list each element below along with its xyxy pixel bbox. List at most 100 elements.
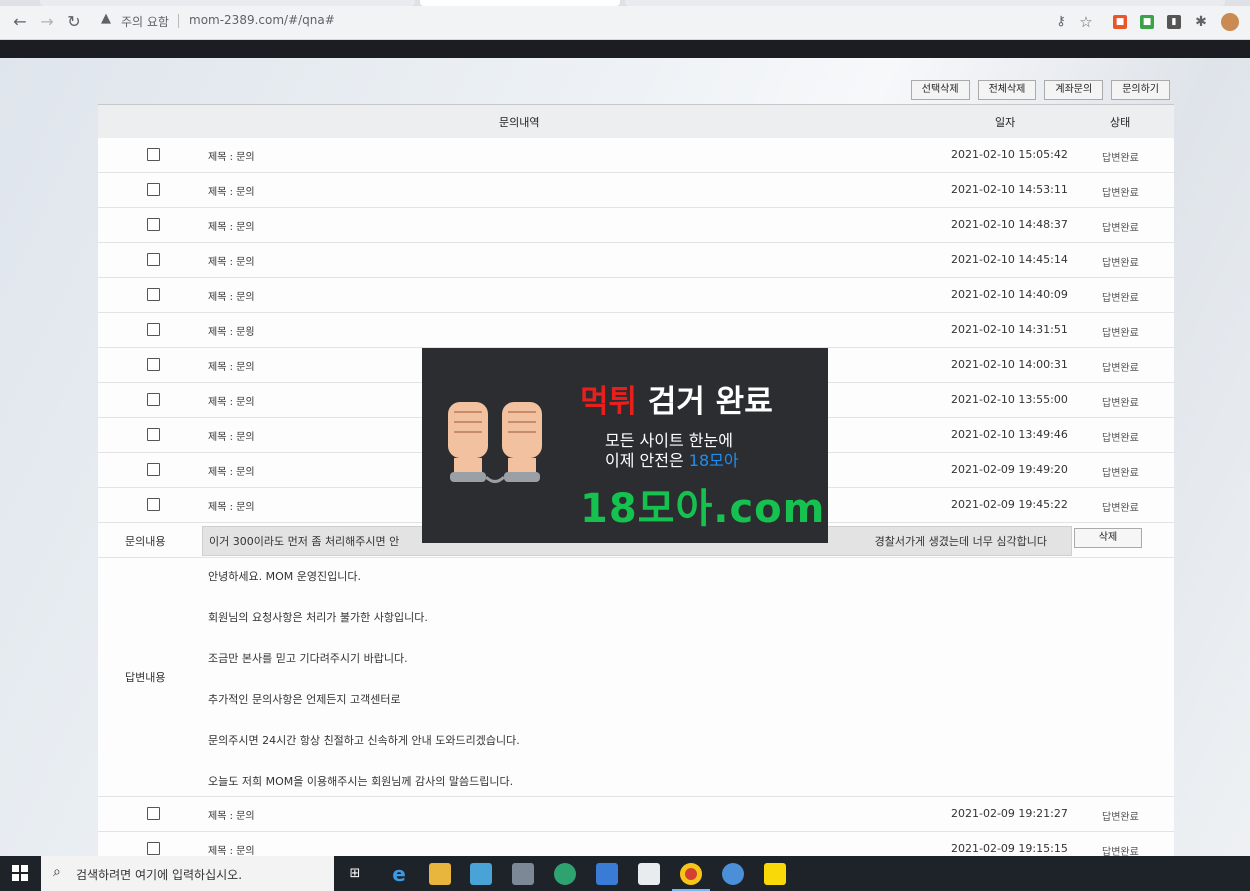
back-icon[interactable]: ←	[9, 10, 31, 34]
row-title[interactable]: 제목 : 문의	[208, 148, 255, 163]
inquiry-label: 문의내용	[125, 535, 166, 548]
header-date: 일자	[995, 116, 1016, 129]
row-date: 2021-02-10 13:49:46	[951, 428, 1068, 441]
table-row[interactable]: 제목 : 문의 2021-02-10 15:05:42 답변완료	[98, 138, 1174, 173]
extension-icon[interactable]: ■	[1113, 15, 1127, 29]
row-checkbox[interactable]	[147, 323, 160, 336]
row-title[interactable]: 제목 : 문의	[208, 288, 255, 303]
row-checkbox[interactable]	[147, 288, 160, 301]
kakaotalk-icon[interactable]	[764, 863, 786, 885]
row-title[interactable]: 제목 : 문의	[208, 842, 255, 857]
watermark-ad-banner: 먹튀 검거 완료 모든 사이트 한눈에 이제 안전은 18모아 18모아.com	[422, 348, 828, 543]
row-date: 2021-02-10 14:53:11	[951, 183, 1068, 196]
store-icon[interactable]	[638, 863, 660, 885]
app-icon[interactable]	[722, 863, 744, 885]
row-title[interactable]: 제목 : 문의	[208, 393, 255, 408]
answer-line: 문의주시면 24시간 항상 친절하고 신속하게 안내 도와드리겠습니다.	[208, 734, 520, 747]
inquiry-text-start: 이거 300이라도 먼저 좀 처리해주시면 안	[209, 535, 400, 548]
row-title[interactable]: 제목 : 문의	[208, 428, 255, 443]
delete-button[interactable]: 삭제	[1074, 528, 1142, 548]
address-bar[interactable]: ▲ 주의 요함 mom-2389.com/#/qna#	[93, 9, 1103, 35]
row-status: 답변완료	[1102, 503, 1139, 514]
row-title[interactable]: 제목 : 문의	[208, 253, 255, 268]
row-checkbox[interactable]	[147, 807, 160, 820]
table-row[interactable]: 제목 : 문의 2021-02-10 14:40:09 답변완료	[98, 278, 1174, 313]
row-date: 2021-02-10 14:40:09	[951, 288, 1068, 301]
row-date: 2021-02-10 14:48:37	[951, 218, 1068, 231]
ie-icon[interactable]: e	[388, 863, 410, 885]
select-delete-button[interactable]: 선택삭제	[910, 80, 970, 100]
forward-icon[interactable]: →	[36, 10, 58, 34]
table-row[interactable]: 제목 : 문의 2021-02-10 14:45:14 답변완료	[98, 243, 1174, 278]
row-status: 답변완료	[1102, 468, 1139, 479]
warning-icon[interactable]: ▲	[101, 11, 111, 26]
windows-start-icon[interactable]	[12, 865, 28, 881]
row-checkbox[interactable]	[147, 498, 160, 511]
row-checkbox[interactable]	[147, 428, 160, 441]
header-content: 문의내역	[499, 116, 540, 129]
extension-icon[interactable]: ■	[1140, 15, 1154, 29]
handcuffed-fists-icon	[448, 402, 542, 483]
row-status: 답변완료	[1102, 812, 1139, 823]
row-title[interactable]: 제목 : 문의	[208, 463, 255, 478]
row-checkbox[interactable]	[147, 393, 160, 406]
edge-icon[interactable]	[554, 863, 576, 885]
row-title[interactable]: 제목 : 문의	[208, 498, 255, 513]
row-title[interactable]: 제목 : 문의	[208, 807, 255, 822]
row-status: 답변완료	[1102, 258, 1139, 269]
chrome-icon[interactable]	[680, 863, 702, 885]
table-row[interactable]: 제목 : 문의 2021-02-10 14:53:11 답변완료	[98, 173, 1174, 208]
task-view-icon[interactable]: ⊞	[344, 863, 366, 885]
account-inquiry-button[interactable]: 계좌문의	[1044, 80, 1104, 100]
answer-line: 안녕하세요. MOM 운영진입니다.	[208, 570, 361, 583]
star-icon[interactable]: ☆	[1075, 10, 1097, 34]
answer-line: 조금만 본사를 믿고 기다려주시기 바랍니다.	[208, 652, 408, 665]
table-row[interactable]: 제목 : 문의 2021-02-09 19:21:27 답변완료	[98, 797, 1174, 832]
row-checkbox[interactable]	[147, 842, 160, 855]
new-inquiry-button[interactable]: 문의하기	[1111, 80, 1170, 100]
row-checkbox[interactable]	[147, 358, 160, 371]
row-title[interactable]: 제목 : 문의	[208, 183, 255, 198]
row-title[interactable]: 제목 : 문의	[208, 218, 255, 233]
row-checkbox[interactable]	[147, 463, 160, 476]
calculator-icon[interactable]	[512, 863, 534, 885]
answer-line: 오늘도 저희 MOM을 이용해주시는 회원님께 감사의 말씀드립니다.	[208, 775, 514, 788]
table-header: 문의내역 일자 상태	[98, 104, 1174, 139]
taskbar-search-box[interactable]: ⌕ 검색하려면 여기에 입력하십시오.	[41, 856, 334, 891]
table-row[interactable]: 제목 : 문의 2021-02-10 14:48:37 답변완료	[98, 208, 1174, 243]
row-checkbox[interactable]	[147, 218, 160, 231]
ad-headline-red: 먹튀	[580, 384, 638, 420]
answer-label: 답변내용	[125, 671, 166, 684]
row-date: 2021-02-10 13:55:00	[951, 393, 1068, 406]
avatar[interactable]	[1221, 13, 1239, 31]
inquiry-text-end: 경찰서가게 생겼는데 너무 심각합니다	[874, 535, 1047, 548]
browser-toolbar: ← → ↻ ▲ 주의 요함 mom-2389.com/#/qna# ⚷ ☆ ■ …	[0, 6, 1250, 40]
puzzle-icon[interactable]: ✱	[1190, 10, 1212, 34]
extension-icon[interactable]: ▮	[1167, 15, 1181, 29]
header-status: 상태	[1110, 116, 1131, 129]
delete-all-button[interactable]: 전체삭제	[977, 80, 1037, 100]
row-title[interactable]: 제목 : 문읭	[208, 323, 255, 338]
row-title[interactable]: 제목 : 문의	[208, 358, 255, 373]
key-icon[interactable]: ⚷	[1050, 10, 1072, 34]
row-checkbox[interactable]	[147, 183, 160, 196]
row-date: 2021-02-09 19:15:15	[951, 842, 1068, 855]
url-text[interactable]: mom-2389.com/#/qna#	[189, 13, 335, 27]
row-date: 2021-02-10 14:00:31	[951, 358, 1068, 371]
table-row[interactable]: 제목 : 문읭 2021-02-10 14:31:51 답변완료	[98, 313, 1174, 348]
taskbar: ⌕ 검색하려면 여기에 입력하십시오. ⊞ e	[0, 856, 1250, 891]
omnibox-divider	[178, 14, 179, 28]
ad-subline-2: 이제 안전은 18모아	[605, 447, 739, 471]
file-explorer-icon[interactable]	[429, 863, 451, 885]
row-checkbox[interactable]	[147, 148, 160, 161]
row-checkbox[interactable]	[147, 253, 160, 266]
row-date: 2021-02-09 19:21:27	[951, 807, 1068, 820]
ad-headline-rest: 검거 완료	[637, 384, 773, 420]
reload-icon[interactable]: ↻	[63, 10, 85, 34]
taskbar-search-placeholder[interactable]: 검색하려면 여기에 입력하십시오.	[76, 866, 242, 883]
row-status: 답변완료	[1102, 188, 1139, 199]
security-label[interactable]: 주의 요함	[121, 13, 169, 30]
app-icon[interactable]	[470, 863, 492, 885]
answer-line: 추가적인 문의사항은 언제든지 고객센터로	[208, 693, 401, 706]
mail-icon[interactable]	[596, 863, 618, 885]
